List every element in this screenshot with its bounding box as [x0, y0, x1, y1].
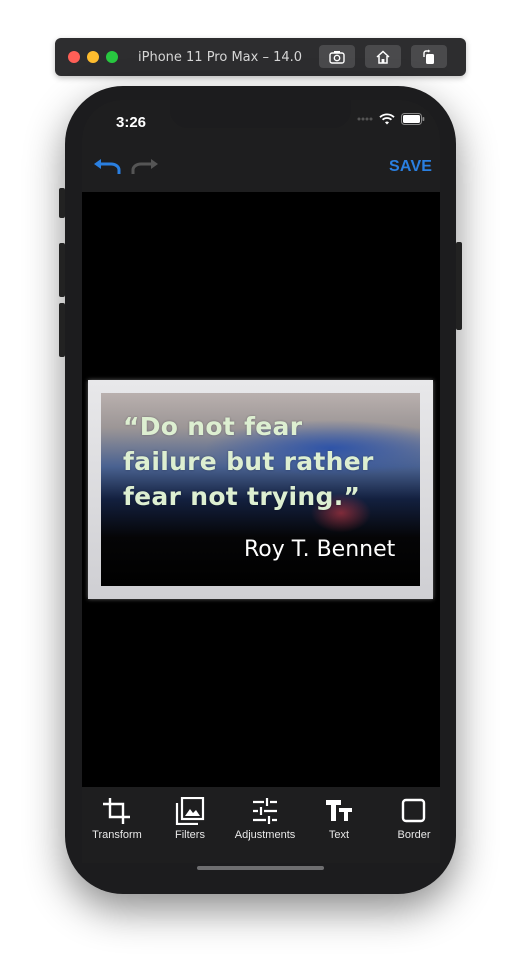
rotate-button[interactable] [411, 45, 447, 68]
signal-icon [357, 117, 373, 121]
volume-down-button [59, 303, 65, 357]
quote-line: “Do not fear [123, 412, 303, 441]
screenshot-button[interactable] [319, 45, 355, 68]
quote-text: “Do not fear failure but rather fear not… [123, 409, 374, 514]
border-icon [401, 798, 426, 823]
volume-up-button [59, 243, 65, 297]
status-time: 3:26 [116, 114, 147, 131]
sliders-icon [253, 798, 277, 824]
minimize-window-button[interactable] [87, 51, 99, 63]
text-icon [326, 800, 352, 821]
power-button [456, 242, 462, 330]
toolbar-item-adjustments[interactable]: Adjustments [230, 797, 300, 841]
edited-photo[interactable]: “Do not fear failure but rather fear not… [101, 393, 420, 586]
simulator-title-bar: iPhone 11 Pro Max – 14.0 [55, 38, 466, 76]
wifi-icon [379, 113, 395, 125]
toolbar-label: Filters [175, 829, 205, 841]
home-icon [376, 49, 390, 64]
simulator-title: iPhone 11 Pro Max – 14.0 [138, 49, 303, 65]
home-button[interactable] [365, 45, 401, 68]
toolbar-label: Transform [92, 829, 142, 841]
undo-icon[interactable] [93, 158, 123, 176]
toolbar-label: Text [328, 829, 350, 841]
zoom-window-button[interactable] [106, 51, 118, 63]
rotate-icon [423, 49, 434, 64]
toolbar-label: Border [397, 829, 431, 841]
edit-toolbar: Transform Filters Adjustments Text Borde… [82, 787, 440, 863]
screenshot-icon [329, 50, 345, 64]
quote-author: Roy T. Bennet [244, 537, 396, 562]
quote-line: failure but rather [123, 447, 374, 476]
status-icons [357, 113, 425, 125]
toolbar-label: Adjustments [234, 829, 296, 841]
notch [170, 100, 351, 128]
toolbar-item-filters[interactable]: Filters [155, 797, 225, 841]
close-window-button[interactable] [68, 51, 80, 63]
window-controls [68, 51, 118, 63]
toolbar-item-text[interactable]: Text [304, 797, 374, 841]
redo-icon[interactable] [129, 158, 159, 176]
home-indicator[interactable] [197, 866, 324, 870]
crop-icon [103, 798, 130, 824]
save-button[interactable]: SAVE [389, 158, 432, 176]
mute-switch [59, 188, 65, 218]
toolbar-item-transform[interactable]: Transform [82, 797, 152, 841]
filters-icon [175, 797, 205, 825]
battery-icon [401, 113, 425, 125]
quote-line: fear not trying.” [123, 482, 361, 511]
toolbar-item-border[interactable]: Border [379, 797, 449, 841]
